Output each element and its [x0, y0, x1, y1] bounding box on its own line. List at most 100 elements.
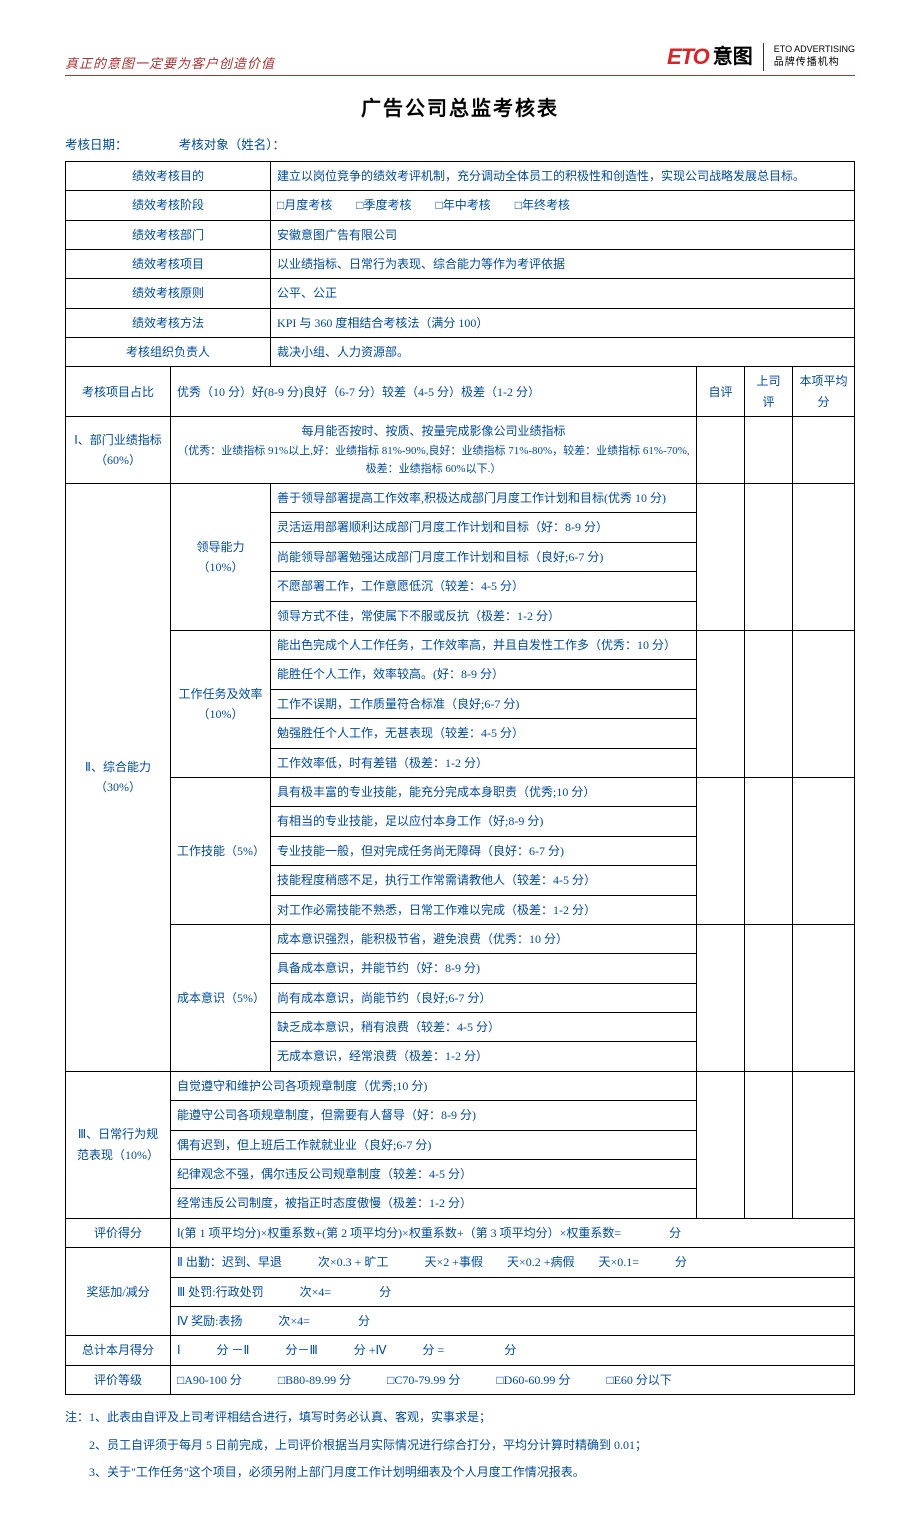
table-row: Ⅰ、部门业绩指标（60%） 每月能否按时、按质、按量完成影像公司业绩指标 （优秀… [66, 417, 855, 484]
score-cell[interactable] [696, 484, 744, 631]
score-cell[interactable] [696, 1071, 744, 1218]
table-row: 成本意识（5%） 成本意识强烈，能积极节省，避免浪费（优秀：10 分） [66, 924, 855, 953]
bonus-row: Ⅲ 处罚:行政处罚 次×4= 分 [171, 1277, 855, 1306]
table-row: 考核项目占比 优秀（10 分）好(8-9 分)良好（6-7 分）较差（4-5 分… [66, 367, 855, 417]
sec2-g1-label: 领导能力（10%） [171, 484, 271, 631]
table-row: 绩效考核方法KPI 与 360 度相结合考核法（满分 100） [66, 308, 855, 337]
score-cell[interactable] [744, 1071, 792, 1218]
sec3-label: Ⅲ、日常行为规范表现（10%） [66, 1071, 171, 1218]
criteria-desc: 自觉遵守和维护公司各项规章制度（优秀;10 分) [171, 1071, 697, 1100]
logo-eto: ETO [667, 40, 709, 73]
criteria-desc: 灵活运用部署顺利达成部门月度工作计划和目标（好：8-9 分） [271, 513, 697, 542]
score-cell[interactable] [696, 924, 744, 1071]
criteria-desc: 能胜任个人工作，效率较高。(好：8-9 分） [271, 660, 697, 689]
col-self: 自评 [696, 367, 744, 417]
stage-value: □月度考核 □季度考核 □年中考核 □年终考核 [271, 191, 855, 220]
bonus-row: Ⅱ 出勤：迟到、早退 次×0.3 + 旷工 天×2 +事假 天×0.2 +病假 … [171, 1248, 855, 1277]
footnote: 2、员工自评须于每月 5 日前完成，上司评价根据当月实际情况进行综合打分，平均分… [65, 1435, 855, 1457]
criteria-desc: 有相当的专业技能，足以应付本身工作（好;8-9 分) [271, 807, 697, 836]
col-boss: 上司评 [744, 367, 792, 417]
grade-label: 评价等级 [66, 1365, 171, 1394]
principle-label: 绩效考核原则 [66, 279, 271, 308]
owner-value: 裁决小组、人力资源部。 [271, 338, 855, 367]
sec2-g3-label: 工作技能（5%） [171, 777, 271, 924]
col-avg: 本项平均分 [792, 367, 854, 417]
table-row: 总计本月得分 Ⅰ 分 －Ⅱ 分－Ⅲ 分 +Ⅳ 分 = 分 [66, 1336, 855, 1365]
criteria-desc: 能遵守公司各项规章制度，但需要有人督导（好：8-9 分) [171, 1101, 697, 1130]
logo-divider [763, 43, 764, 71]
purpose-value: 建立以岗位竞争的绩效考评机制，充分调动全体员工的积极性和创造性，实现公司战略发展… [271, 161, 855, 190]
score-cell[interactable] [792, 484, 854, 631]
assess-target-label: 考核对象（姓名）： [179, 138, 285, 152]
score-cell[interactable] [792, 777, 854, 924]
criteria-desc: 具有极丰富的专业技能，能充分完成本身职责（优秀;10 分） [271, 777, 697, 806]
sec2-g2-label: 工作任务及效率（10%） [171, 630, 271, 777]
bonus-label: 奖惩加/减分 [66, 1248, 171, 1336]
table-row: 考核组织负责人裁决小组、人力资源部。 [66, 338, 855, 367]
assess-date-label: 考核日期： [65, 138, 128, 152]
doc-title: 广告公司总监考核表 [65, 94, 855, 124]
score-cell[interactable] [792, 630, 854, 777]
total-label: 总计本月得分 [66, 1336, 171, 1365]
score-cell[interactable] [792, 417, 854, 484]
score-cell[interactable] [744, 924, 792, 1071]
sec1-hdr1: 每月能否按时、按质、按量完成影像公司业绩指标 [177, 421, 690, 441]
score-cell[interactable] [696, 417, 744, 484]
criteria-desc: 工作不误期，工作质量符合标准（良好;6-7 分) [271, 689, 697, 718]
logo-sub-cn: 品牌传播机构 [774, 56, 855, 69]
footnote: 3、关于"工作任务"这个项目，必须另附上部门月度工作计划明细表及个人月度工作情况… [65, 1462, 855, 1484]
table-row: 绩效考核原则公平、公正 [66, 279, 855, 308]
dept-value: 安徽意图广告有限公司 [271, 220, 855, 249]
score-cell[interactable] [792, 1071, 854, 1218]
table-row: 工作任务及效率（10%） 能出色完成个人工作任务，工作效率高，并且自发性工作多（… [66, 630, 855, 659]
criteria-desc: 勉强胜任个人工作，无甚表现（较差：4-5 分） [271, 719, 697, 748]
principle-value: 公平、公正 [271, 279, 855, 308]
meta-line: 考核日期： 考核对象（姓名）： [65, 136, 855, 155]
criteria-desc: 对工作必需技能不熟悉，日常工作难以完成（极差：1-2 分） [271, 895, 697, 924]
score-cell[interactable] [696, 630, 744, 777]
criteria-desc: 成本意识强烈，能积极节省，避免浪费（优秀：10 分） [271, 924, 697, 953]
sec1-desc: 每月能否按时、按质、按量完成影像公司业绩指标 （优秀：业绩指标 91%以上,好：… [171, 417, 697, 484]
footnotes: 注：1、此表由自评及上司考评相结合进行，填写时务必认真、客观，实事求是； 2、员… [65, 1407, 855, 1484]
logo-cn: 意图 [713, 42, 753, 72]
header-tagline: 真正的意图一定要为客户创造价值 [65, 54, 275, 74]
criteria-desc: 能出色完成个人工作任务，工作效率高，并且自发性工作多（优秀：10 分） [271, 630, 697, 659]
method-label: 绩效考核方法 [66, 308, 271, 337]
owner-label: 考核组织负责人 [66, 338, 271, 367]
criteria-desc: 偶有迟到，但上班后工作就就业业（良好;6-7 分) [171, 1130, 697, 1159]
table-row: Ⅲ 处罚:行政处罚 次×4= 分 [66, 1277, 855, 1306]
score-cell[interactable] [744, 484, 792, 631]
table-row: Ⅱ、综合能力（30%） 领导能力（10%） 善于领导部署提高工作效率,积极达成部… [66, 484, 855, 513]
score-cell[interactable] [744, 417, 792, 484]
score-label: 评价得分 [66, 1218, 171, 1247]
criteria-desc: 纪律观念不强，偶尔违反公司规章制度（较差：4-5 分） [171, 1160, 697, 1189]
method-value: KPI 与 360 度相结合考核法（满分 100） [271, 308, 855, 337]
item-value: 以业绩指标、日常行为表现、综合能力等作为考评依据 [271, 249, 855, 278]
score-cell[interactable] [744, 630, 792, 777]
criteria-desc: 不愿部署工作，工作意愿低沉（较差：4-5 分） [271, 572, 697, 601]
purpose-label: 绩效考核目的 [66, 161, 271, 190]
assessment-table: 绩效考核目的建立以岗位竞争的绩效考评机制，充分调动全体员工的积极性和创造性，实现… [65, 161, 855, 1395]
ratio-label: 考核项目占比 [66, 367, 171, 417]
stage-label: 绩效考核阶段 [66, 191, 271, 220]
logo-block: ETO 意图 ETO ADVERTISING 品牌传播机构 [667, 40, 855, 73]
sec2-label: Ⅱ、综合能力（30%） [66, 484, 171, 1072]
table-row: 绩效考核项目以业绩指标、日常行为表现、综合能力等作为考评依据 [66, 249, 855, 278]
table-row: 评价得分 Ⅰ(第 1 项平均分)×权重系数+(第 2 项平均分)×权重系数+（第… [66, 1218, 855, 1247]
criteria-desc: 尚能领导部署勉强达成部门月度工作计划和目标（良好;6-7 分) [271, 542, 697, 571]
ratio-value: 优秀（10 分）好(8-9 分)良好（6-7 分）较差（4-5 分）极差（1-2… [171, 367, 697, 417]
score-cell[interactable] [792, 924, 854, 1071]
criteria-desc: 专业技能一般，但对完成任务尚无障碍（良好：6-7 分) [271, 836, 697, 865]
footnote: 注：1、此表由自评及上司考评相结合进行，填写时务必认真、客观，实事求是； [65, 1407, 855, 1429]
table-row: 绩效考核阶段□月度考核 □季度考核 □年中考核 □年终考核 [66, 191, 855, 220]
grade-value: □A90-100 分 □B80-89.99 分 □C70-79.99 分 □D6… [171, 1365, 855, 1394]
page-header: 真正的意图一定要为客户创造价值 ETO 意图 ETO ADVERTISING 品… [65, 40, 855, 76]
score-cell[interactable] [744, 777, 792, 924]
score-cell[interactable] [696, 777, 744, 924]
table-row: 评价等级 □A90-100 分 □B80-89.99 分 □C70-79.99 … [66, 1365, 855, 1394]
criteria-desc: 善于领导部署提高工作效率,积极达成部门月度工作计划和目标(优秀 10 分) [271, 484, 697, 513]
criteria-desc: 技能程度稍感不足，执行工作常需请教他人（较差：4-5 分） [271, 866, 697, 895]
total-value: Ⅰ 分 －Ⅱ 分－Ⅲ 分 +Ⅳ 分 = 分 [171, 1336, 855, 1365]
criteria-desc: 尚有成本意识，尚能节约（良好;6-7 分） [271, 983, 697, 1012]
logo-subtitle: ETO ADVERTISING 品牌传播机构 [774, 44, 855, 69]
